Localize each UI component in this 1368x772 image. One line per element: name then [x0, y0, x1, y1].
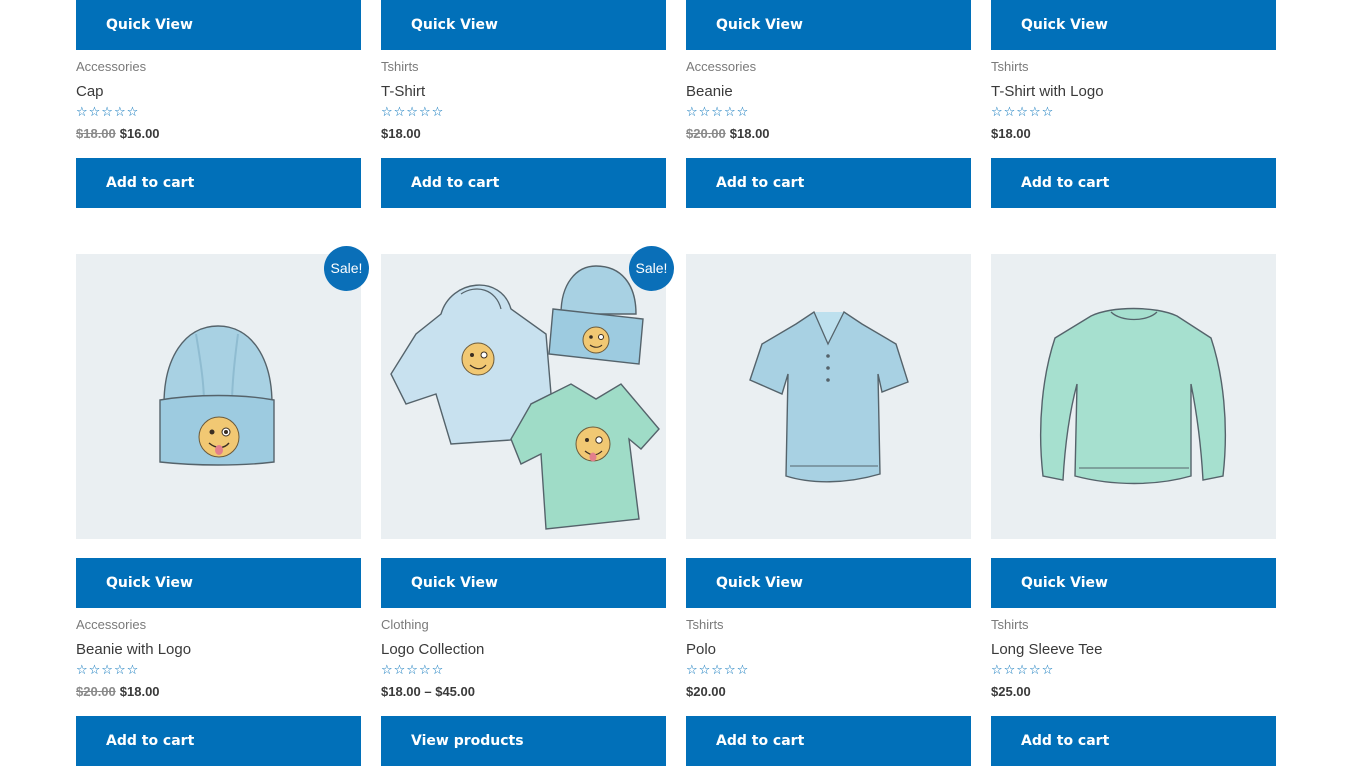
- product-category[interactable]: Tshirts: [991, 617, 1276, 633]
- product-price: $18.00 $16.00: [76, 126, 361, 142]
- quick-view-button[interactable]: Quick View: [686, 0, 971, 50]
- product-category[interactable]: Accessories: [76, 59, 361, 75]
- product-category[interactable]: Tshirts: [686, 617, 971, 633]
- product-price: $18.00: [991, 126, 1031, 141]
- star-rating-icon: ☆☆☆☆☆: [686, 662, 750, 677]
- product-price: $25.00: [991, 684, 1031, 699]
- add-to-cart-button[interactable]: Add to cart: [686, 158, 971, 208]
- product-card-t-shirt: Quick View Tshirts T-Shirt ☆☆☆☆☆ $18.00 …: [381, 0, 666, 208]
- product-category[interactable]: Tshirts: [381, 59, 666, 75]
- star-rating-icon: ☆☆☆☆☆: [76, 662, 140, 677]
- sale-price: $18.00: [729, 126, 770, 141]
- star-rating-icon: ☆☆☆☆☆: [381, 662, 445, 677]
- product-category[interactable]: Clothing: [381, 617, 666, 633]
- add-to-cart-button[interactable]: Add to cart: [991, 716, 1276, 766]
- product-title[interactable]: T-Shirt: [381, 82, 666, 102]
- product-card-cap: Quick View Accessories Cap ☆☆☆☆☆ $18.00 $…: [76, 0, 361, 208]
- product-card-logo-collection: Sale! Quick View Clothing Logo Collectio…: [381, 246, 674, 766]
- product-card-beanie-with-logo: Sale! Quick View Accessories Beanie with…: [76, 246, 369, 766]
- logo-collection-illustration: [381, 254, 666, 539]
- polo-illustration: [686, 254, 971, 539]
- product-price: $20.00 $18.00: [76, 684, 361, 700]
- product-category[interactable]: Tshirts: [991, 59, 1276, 75]
- add-to-cart-button[interactable]: Add to cart: [991, 158, 1276, 208]
- add-to-cart-button[interactable]: Add to cart: [686, 716, 971, 766]
- product-category[interactable]: Accessories: [76, 617, 361, 633]
- product-grid-page: Quick View Accessories Cap ☆☆☆☆☆ $18.00 $…: [0, 0, 1368, 772]
- quick-view-button[interactable]: Quick View: [686, 558, 971, 608]
- add-to-cart-button[interactable]: Add to cart: [76, 158, 361, 208]
- product-category[interactable]: Accessories: [686, 59, 971, 75]
- product-price: $18.00 – $45.00: [381, 684, 475, 699]
- view-products-button[interactable]: View products: [381, 716, 666, 766]
- product-card-polo: Quick View Tshirts Polo ☆☆☆☆☆ $20.00 Add…: [686, 254, 971, 766]
- beanie-with-logo-illustration: [76, 254, 361, 539]
- product-title[interactable]: Long Sleeve Tee: [991, 640, 1276, 660]
- quick-view-button[interactable]: Quick View: [381, 558, 666, 608]
- product-card-t-shirt-with-logo: Quick View Tshirts T-Shirt with Logo ☆☆☆…: [991, 0, 1276, 208]
- product-title[interactable]: Logo Collection: [381, 640, 666, 660]
- add-to-cart-button[interactable]: Add to cart: [381, 158, 666, 208]
- quick-view-button[interactable]: Quick View: [381, 0, 666, 50]
- star-rating-icon: ☆☆☆☆☆: [991, 662, 1055, 677]
- product-title[interactable]: Polo: [686, 640, 971, 660]
- sale-badge: Sale!: [324, 246, 369, 291]
- old-price: $18.00: [76, 126, 116, 141]
- star-rating-icon: ☆☆☆☆☆: [686, 104, 750, 119]
- product-image[interactable]: [991, 254, 1276, 539]
- old-price: $20.00: [76, 684, 116, 699]
- quick-view-button[interactable]: Quick View: [76, 0, 361, 50]
- product-title[interactable]: Beanie: [686, 82, 971, 102]
- sale-price: $16.00: [119, 126, 160, 141]
- product-title[interactable]: Beanie with Logo: [76, 640, 361, 660]
- long-sleeve-tee-illustration: [991, 254, 1276, 539]
- product-image[interactable]: Sale!: [381, 246, 674, 539]
- product-price: $18.00: [381, 126, 421, 141]
- sale-price: $18.00: [119, 684, 160, 699]
- product-title[interactable]: Cap: [76, 82, 361, 102]
- quick-view-button[interactable]: Quick View: [991, 0, 1276, 50]
- star-rating-icon: ☆☆☆☆☆: [381, 104, 445, 119]
- product-card-long-sleeve-tee: Quick View Tshirts Long Sleeve Tee ☆☆☆☆☆…: [991, 254, 1276, 766]
- product-price: $20.00 $18.00: [686, 126, 971, 142]
- add-to-cart-button[interactable]: Add to cart: [76, 716, 361, 766]
- product-price: $20.00: [686, 684, 726, 699]
- quick-view-button[interactable]: Quick View: [991, 558, 1276, 608]
- sale-badge: Sale!: [629, 246, 674, 291]
- quick-view-button[interactable]: Quick View: [76, 558, 361, 608]
- star-rating-icon: ☆☆☆☆☆: [76, 104, 140, 119]
- old-price: $20.00: [686, 126, 726, 141]
- star-rating-icon: ☆☆☆☆☆: [991, 104, 1055, 119]
- product-image[interactable]: Sale!: [76, 246, 369, 539]
- product-row-1: Quick View Accessories Cap ☆☆☆☆☆ $18.00 $…: [76, 0, 1276, 208]
- product-card-beanie: Quick View Accessories Beanie ☆☆☆☆☆ $20.…: [686, 0, 971, 208]
- product-row-2: Sale! Quick View Accessories Beanie with…: [76, 246, 1276, 766]
- product-image[interactable]: [686, 254, 971, 539]
- product-title[interactable]: T-Shirt with Logo: [991, 82, 1276, 102]
